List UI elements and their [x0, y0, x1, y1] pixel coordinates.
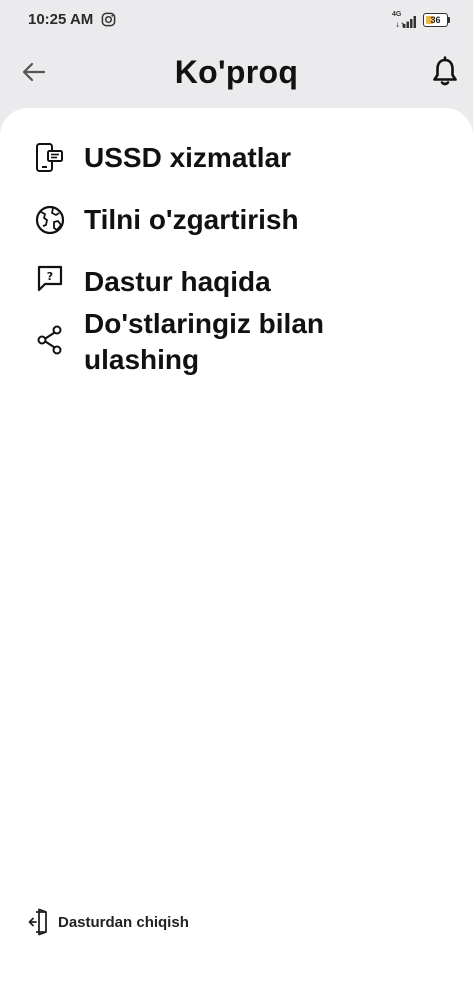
page-title: Ko'proq — [174, 54, 299, 90]
status-time: 10:25 AM — [28, 11, 94, 28]
logout-button[interactable]: Dasturdan chiqish — [28, 908, 228, 938]
menu-item-share[interactable]: Do'stlaringiz bilan ulashing — [0, 306, 473, 382]
question-chat-icon: ? — [37, 265, 63, 292]
share-icon — [37, 325, 62, 355]
menu-item-ussd[interactable]: USSD xizmatlar — [0, 138, 473, 182]
battery-tip — [448, 17, 450, 23]
instagram-icon — [101, 12, 116, 27]
status-bar: 10:25 AM 4G ↓↑ 36 — [0, 0, 473, 40]
menu-item-language[interactable]: Tilni o'zgartirish — [0, 198, 473, 242]
menu-item-label: USSD xizmatlar — [84, 142, 291, 173]
menu-item-about[interactable]: ? Dastur haqida — [0, 260, 473, 304]
signal-icon: ↓↑ — [395, 16, 416, 28]
menu-item-label: Dastur haqida — [84, 266, 271, 297]
globe-icon — [35, 205, 65, 235]
logout-icon — [28, 908, 47, 936]
bell-icon[interactable] — [430, 56, 460, 88]
menu-item-label: Tilni o'zgartirish — [84, 204, 299, 235]
battery-icon: 36 — [423, 13, 450, 27]
phone-message-icon — [36, 143, 63, 172]
svg-text:?: ? — [47, 270, 53, 283]
battery-level: 36 — [430, 15, 441, 25]
menu-sheet: USSD xizmatlar Tilni o'zgartirish ? Dast… — [0, 108, 473, 1000]
header: Ko'proq — [0, 40, 473, 110]
logout-label: Dasturdan chiqish — [58, 914, 189, 931]
menu-item-label: Do'stlaringiz bilan ulashing — [84, 308, 325, 375]
